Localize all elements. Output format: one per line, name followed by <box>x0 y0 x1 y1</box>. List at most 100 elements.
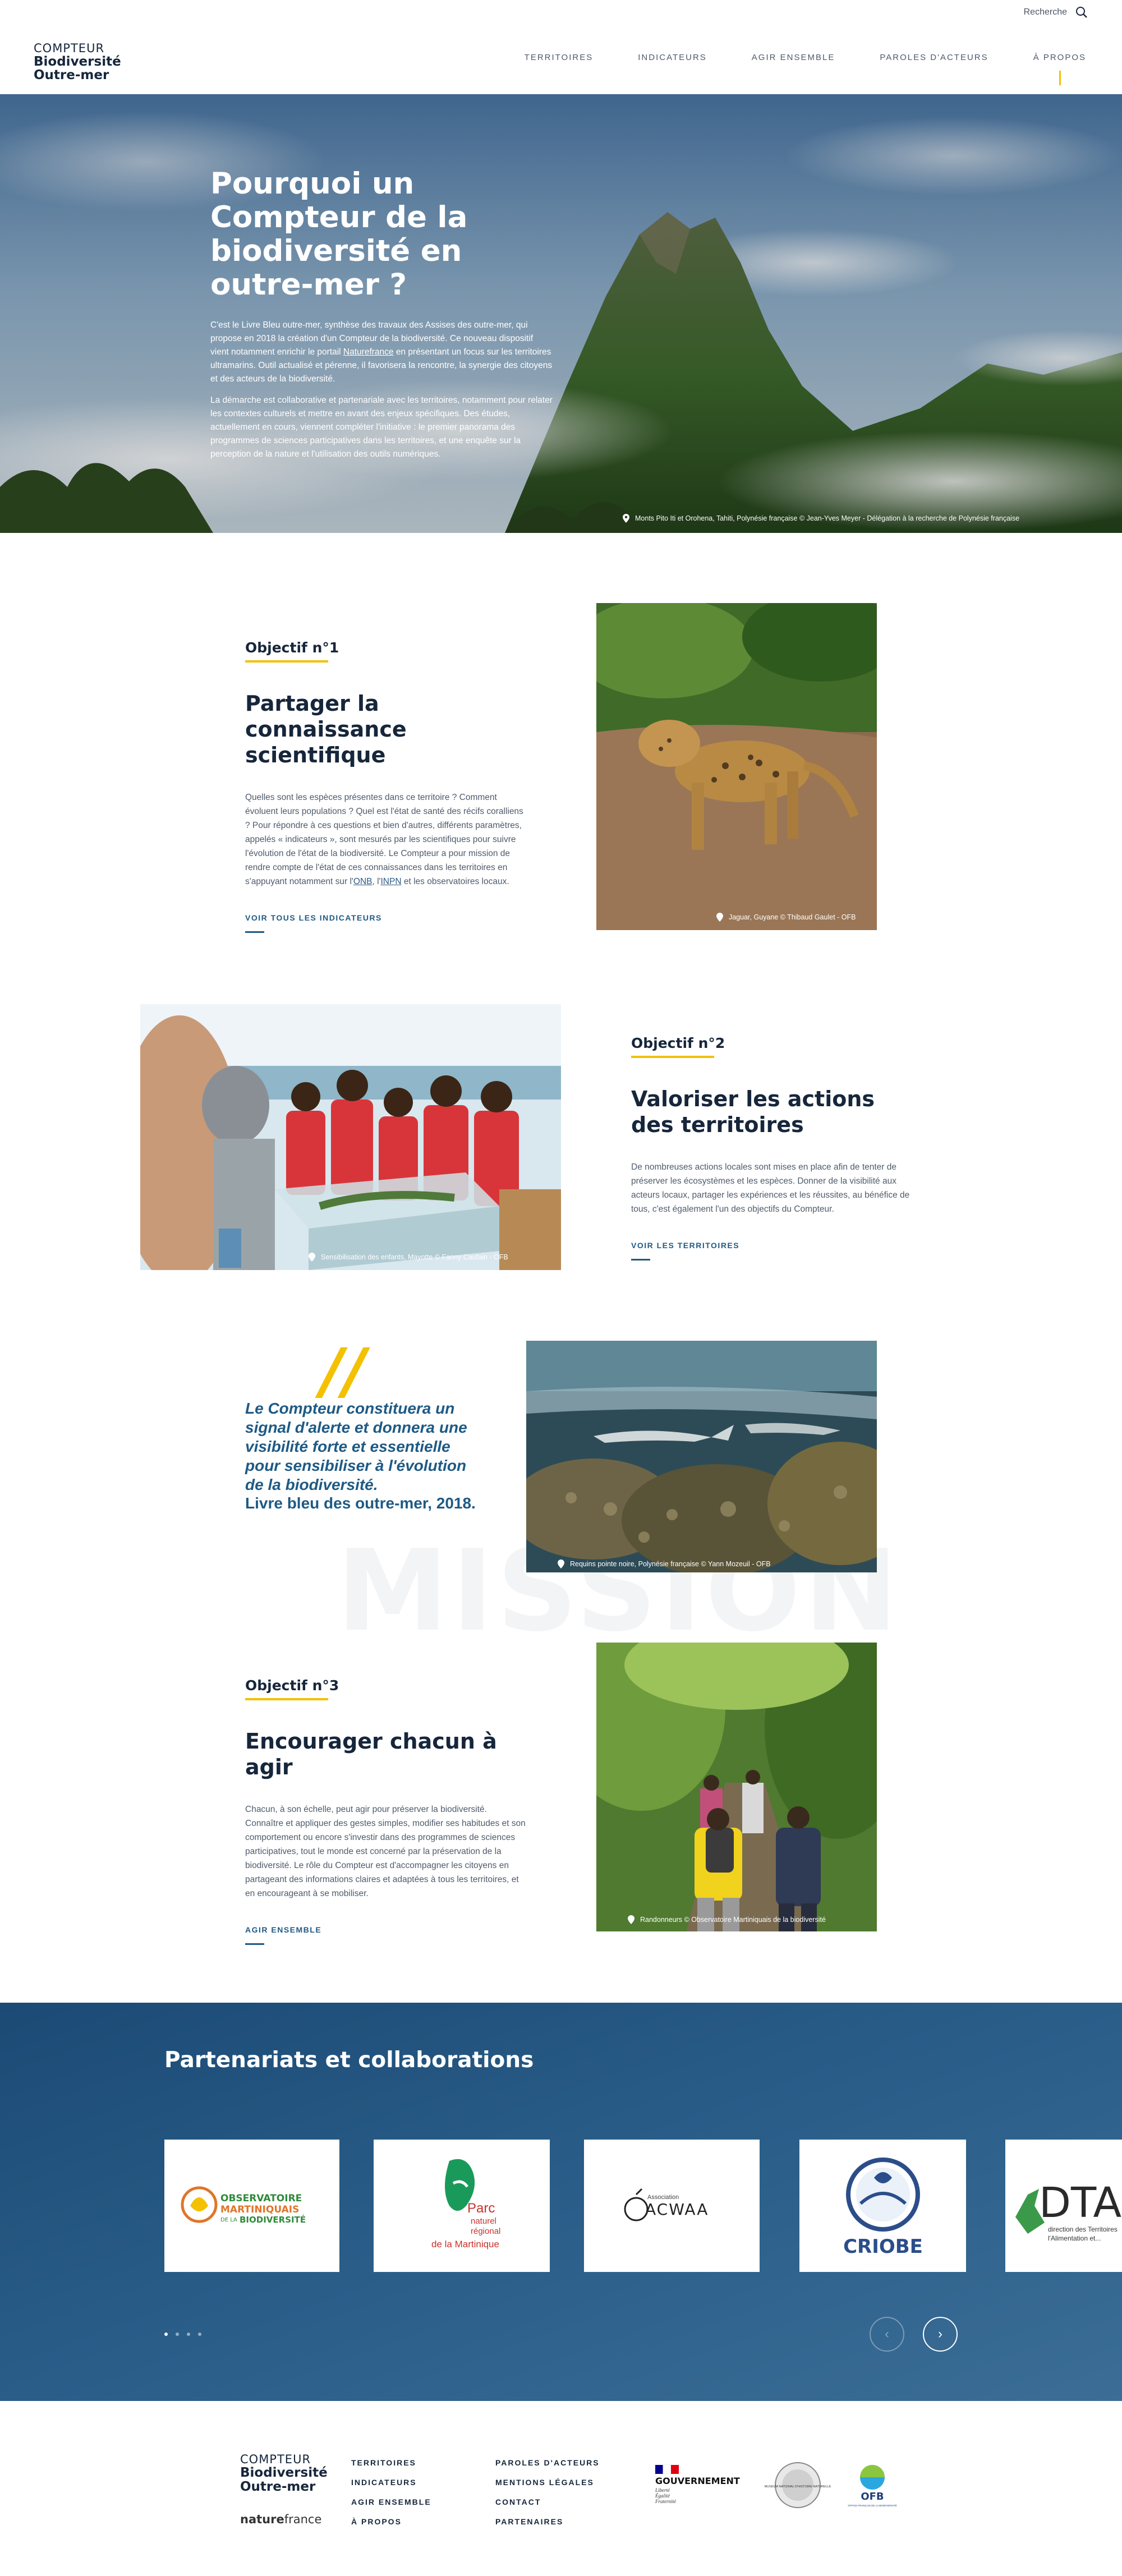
site-header: COMPTEUR Biodiversité Outre-mer TERRITOI… <box>0 25 1122 94</box>
gouvernement-logo: GOUVERNEMENT Liberté Égalité Fraternité <box>655 2464 740 2504</box>
reef-sharks-photo: Requins pointe noire, Polynésie français… <box>526 1341 877 1572</box>
footer-link-territoires[interactable]: TERRITOIRES <box>351 2458 431 2467</box>
objective-1-text-b: , l' <box>372 877 381 886</box>
pnr-martinique-logo: Parc naturel régional de la Martinique <box>431 2159 500 2250</box>
link-underline <box>631 1259 650 1261</box>
hikers-caption: Randonneurs © Observatoire Martiniquais … <box>628 1915 826 1924</box>
pnr-line-1: Parc <box>467 2201 495 2216</box>
onb-link[interactable]: ONB <box>353 877 373 886</box>
omb-line-1: OBSERVATOIRE <box>220 2193 302 2204</box>
footer-link-mentions-legales[interactable]: MENTIONS LÉGALES <box>495 2478 600 2487</box>
link-underline <box>245 931 264 933</box>
footer-link-indicateurs[interactable]: INDICATEURS <box>351 2478 431 2487</box>
partner-card-acwaa[interactable]: Association ACWAA <box>584 2140 760 2272</box>
acwaa-logo: Association ACWAA <box>624 2188 707 2221</box>
objective-1-title: Partager la connaissance scientifique <box>245 691 407 767</box>
location-pin-icon <box>628 1915 634 1924</box>
hero-mountain-image <box>0 94 1122 533</box>
partners-section: Partenariats et collaborations OBSERVATO… <box>0 2003 1122 2401</box>
naturefrance-logo: naturefrance <box>240 2514 328 2526</box>
pnr-line-4: de la Martinique <box>431 2239 499 2250</box>
institution-logos: GOUVERNEMENT Liberté Égalité Fraternité … <box>655 2462 897 2508</box>
objective-1-tag: Objectif n°1 <box>245 640 339 656</box>
hero-section: Pourquoi un Compteur de la biodiversité … <box>0 94 1122 533</box>
footer-link-a-propos[interactable]: À PROPOS <box>351 2517 431 2526</box>
mnhn-label: MUSÉUM NATIONAL D'HISTOIRE NATURELLE <box>765 2485 831 2488</box>
ofb-sub: OFFICE FRANÇAIS DE LA BIODIVERSITÉ <box>848 2504 896 2507</box>
agir-ensemble-link[interactable]: AGIR ENSEMBLE <box>245 1925 321 1934</box>
carousel-dots <box>164 2333 201 2336</box>
objective-1-text-a: Quelles sont les espèces présentes dans … <box>245 793 523 886</box>
chevron-left-icon: ‹ <box>885 2326 889 2342</box>
hero-copy: Pourquoi un Compteur de la biodiversité … <box>210 167 553 469</box>
nav-territoires[interactable]: TERRITOIRES <box>525 53 594 62</box>
carousel-prev-button[interactable]: ‹ <box>870 2317 904 2352</box>
children-caption: Sensibilisation des enfants, Mayotte © F… <box>309 1253 508 1262</box>
site-logo[interactable]: COMPTEUR Biodiversité Outre-mer <box>34 43 121 82</box>
inpn-link[interactable]: INPN <box>381 877 402 886</box>
footer-link-paroles-acteurs[interactable]: PAROLES D'ACTEURS <box>495 2458 600 2467</box>
footer-column-1: TERRITOIRES INDICATEURS AGIR ENSEMBLE À … <box>351 2458 431 2526</box>
footer-link-contact[interactable]: CONTACT <box>495 2497 600 2506</box>
objective-3-text: Chacun, à son échelle, peut agir pour pr… <box>245 1805 526 1898</box>
logo-line-1: COMPTEUR <box>34 42 105 55</box>
footer-logo-line-2: Biodiversité <box>240 2465 328 2480</box>
hero-paragraph-2: La démarche est collaborative et partena… <box>210 395 553 459</box>
partner-card-dtam[interactable]: DTA direction des Territoires l'Alimenta… <box>1005 2140 1122 2272</box>
naturefrance-link[interactable]: Naturefrance <box>343 347 394 357</box>
nav-agir-ensemble[interactable]: AGIR ENSEMBLE <box>752 53 835 62</box>
objective-2-underline <box>631 1056 714 1058</box>
ofb-logo: OFB OFFICE FRANÇAIS DE LA BIODIVERSITÉ <box>848 2465 897 2507</box>
partner-card-criobe[interactable]: CRIOBE <box>799 2140 966 2272</box>
main-nav: TERRITOIRES INDICATEURS AGIR ENSEMBLE PA… <box>525 53 1086 85</box>
objective-1-text: Quelles sont les espèces présentes dans … <box>245 790 526 889</box>
jaguar-caption-text: Jaguar, Guyane © Thibaud Gaulet - OFB <box>729 913 856 921</box>
nav-paroles-acteurs[interactable]: PAROLES D'ACTEURS <box>880 53 988 62</box>
footer-logo-line-3: Outre-mer <box>240 2480 316 2494</box>
objective-3-tag: Objectif n°3 <box>245 1677 339 1694</box>
carousel-dot[interactable] <box>164 2333 168 2336</box>
pnr-line-2: naturel <box>471 2216 496 2226</box>
nav-a-propos[interactable]: À PROPOS <box>1033 53 1086 85</box>
nav-indicateurs[interactable]: INDICATEURS <box>638 53 707 62</box>
chevron-right-icon: › <box>938 2326 942 2342</box>
dtam-logo: DTA direction des Territoires l'Alimenta… <box>1015 2179 1121 2242</box>
objective-3: Objectif n°3 Encourager chacun à agir Ch… <box>245 1677 526 1945</box>
search-label: Recherche <box>1023 7 1067 17</box>
partner-card-omb[interactable]: OBSERVATOIRE MARTINIQUAIS DE LA BIODIVER… <box>164 2140 339 2272</box>
hikers-caption-text: Randonneurs © Observatoire Martiniquais … <box>640 1916 826 1924</box>
hero-caption-text: Monts Pito Iti et Orohena, Tahiti, Polyn… <box>635 514 1020 522</box>
omb-line-4: BIODIVERSITÉ <box>240 2214 306 2225</box>
carousel-dot[interactable] <box>176 2333 179 2336</box>
carousel-next-button[interactable]: › <box>923 2317 958 2352</box>
ofb-label: OFB <box>861 2491 884 2503</box>
link-underline <box>245 1943 264 1945</box>
carousel-dot[interactable] <box>187 2333 190 2336</box>
nf-part-1: nature <box>240 2513 284 2526</box>
omb-logo: OBSERVATOIRE MARTINIQUAIS DE LA BIODIVER… <box>181 2186 306 2225</box>
hero-paragraph-1: C'est le Livre Bleu outre-mer, synthèse … <box>210 319 553 386</box>
children-photo: Sensibilisation des enfants, Mayotte © F… <box>140 1004 561 1270</box>
location-pin-icon <box>558 1560 564 1568</box>
see-territories-link[interactable]: VOIR LES TERRITOIRES <box>631 1241 739 1250</box>
criobe-name: CRIOBE <box>843 2235 923 2258</box>
search-button[interactable]: Recherche <box>1024 6 1088 19</box>
hikers-photo: Randonneurs © Observatoire Martiniquais … <box>596 1643 877 1931</box>
footer-link-agir-ensemble[interactable]: AGIR ENSEMBLE <box>351 2497 431 2506</box>
objective-2: Objectif n°2 Valoriser les actions des t… <box>631 1035 912 1261</box>
carousel-dot[interactable] <box>198 2333 201 2336</box>
gov-label: GOUVERNEMENT <box>655 2476 740 2486</box>
footer-logo[interactable]: COMPTEUR Biodiversité Outre-mer naturefr… <box>240 2454 328 2526</box>
partner-card-pnr[interactable]: Parc naturel régional de la Martinique <box>374 2140 550 2272</box>
footer-column-2: PAROLES D'ACTEURS MENTIONS LÉGALES CONTA… <box>495 2458 600 2526</box>
see-indicators-link[interactable]: VOIR TOUS LES INDICATEURS <box>245 913 382 922</box>
reef-caption-text: Requins pointe noire, Polynésie français… <box>570 1560 771 1568</box>
objective-1-text-c: et les observatoires locaux. <box>401 877 509 886</box>
objective-1-underline <box>245 660 328 663</box>
partners-title: Partenariats et collaborations <box>164 2048 534 2073</box>
dtam-name: DTA <box>1039 2179 1121 2227</box>
footer-link-partenaires[interactable]: PARTENAIRES <box>495 2517 600 2526</box>
objective-2-text: De nombreuses actions locales sont mises… <box>631 1162 910 1214</box>
footer-logo-line-1: COMPTEUR <box>240 2453 311 2466</box>
objective-3-underline <box>245 1698 328 1700</box>
